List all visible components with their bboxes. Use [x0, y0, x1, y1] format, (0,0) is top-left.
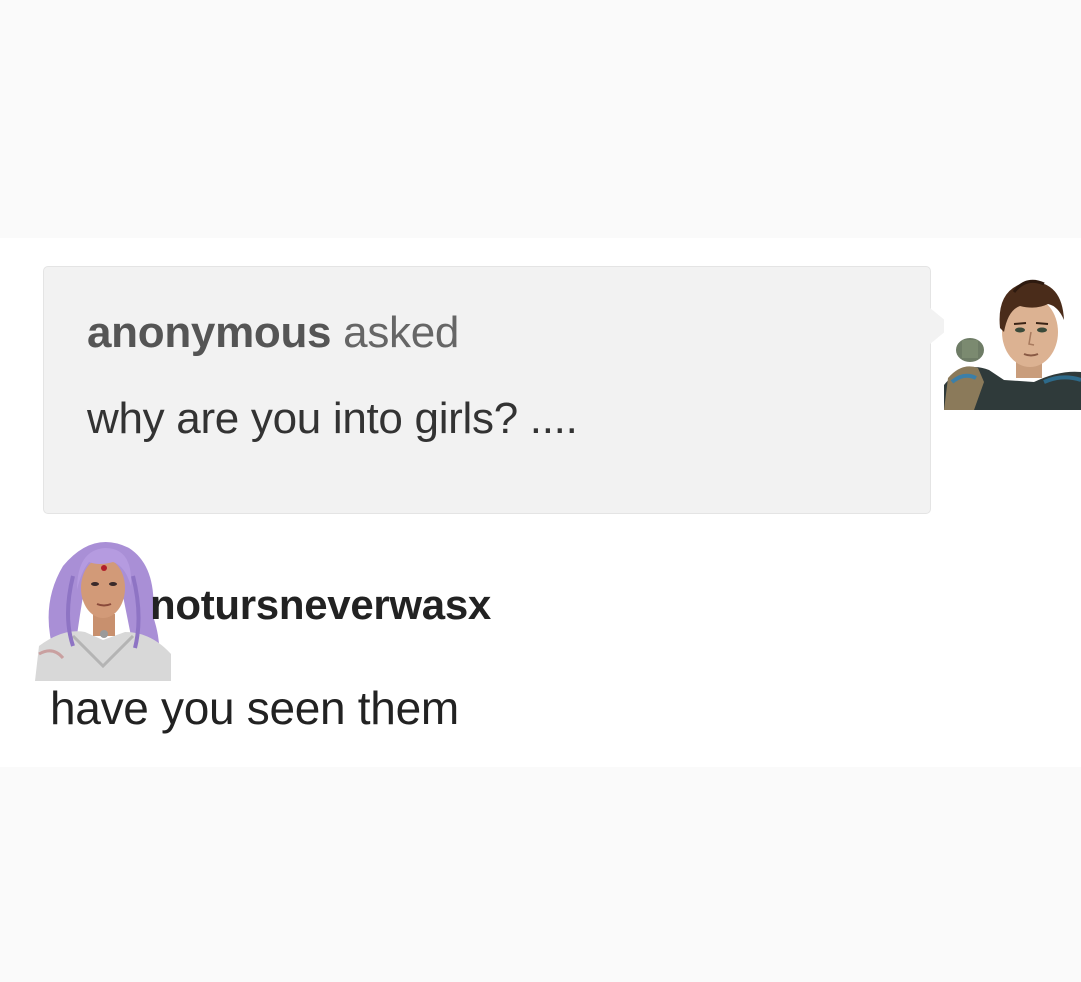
post-card: anonymous asked why are you into girls? …	[0, 238, 1081, 767]
asker-name: anonymous	[87, 308, 332, 357]
ask-box: anonymous asked why are you into girls? …	[43, 266, 931, 514]
asked-label: asked	[343, 308, 460, 357]
answer-text: have you seen them	[50, 682, 459, 734]
brown-haired-man-avatar-icon[interactable]	[944, 270, 1081, 410]
question-text: why are you into girls? ....	[87, 394, 578, 443]
asker-line: anonymous asked	[87, 311, 459, 355]
answerer-username[interactable]: notursneverwasx	[150, 584, 491, 626]
